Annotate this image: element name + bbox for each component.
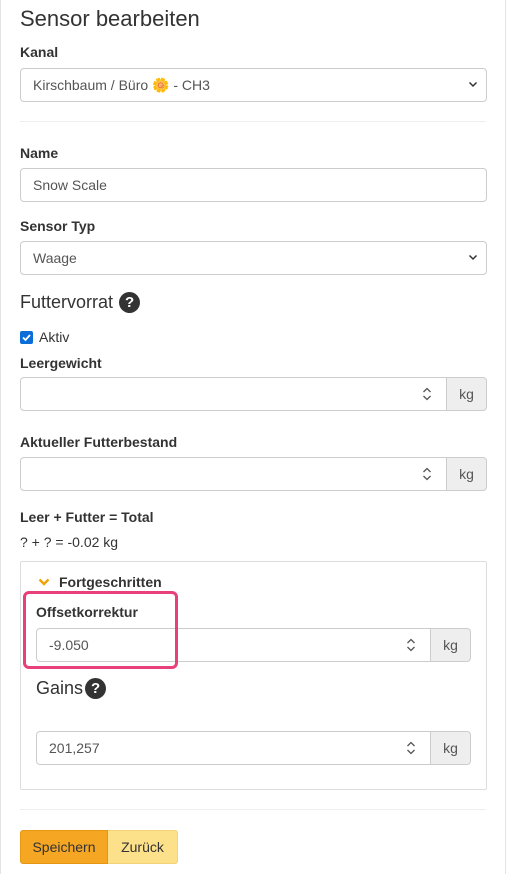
spinner-icon[interactable]: [404, 636, 418, 654]
leergewicht-input[interactable]: [20, 377, 447, 411]
futtervorrat-heading-text: Futtervorrat: [20, 292, 114, 312]
kanal-label: Kanal: [20, 44, 59, 60]
leergewicht-unit: kg: [447, 377, 487, 411]
divider: [20, 809, 486, 810]
sensor-typ-select[interactable]: Waage: [20, 241, 487, 275]
chevron-down-icon: [38, 578, 50, 586]
aktiv-checkbox-row: Aktiv: [20, 329, 69, 345]
page-title: Sensor bearbeiten: [20, 6, 200, 31]
name-input-value: Snow Scale: [33, 177, 107, 193]
spinner-icon[interactable]: [420, 465, 434, 483]
chevron-down-icon: [468, 254, 478, 261]
spinner-icon[interactable]: [404, 739, 418, 757]
advanced-toggle[interactable]: Fortgeschritten: [38, 574, 162, 590]
kanal-select[interactable]: Kirschbaum / Büro 🌼 - CH3: [20, 68, 487, 102]
leergewicht-label: Leergewicht: [20, 355, 102, 371]
bestand-label: Aktueller Futterbestand: [20, 434, 178, 450]
divider: [20, 121, 486, 122]
spinner-icon[interactable]: [420, 385, 434, 403]
gains-heading: Gains ?: [36, 678, 107, 699]
chevron-down-icon: [468, 81, 478, 88]
check-icon: [22, 333, 31, 341]
advanced-toggle-label: Fortgeschritten: [59, 574, 162, 590]
gains-unit: kg: [431, 731, 471, 765]
bestand-input[interactable]: [20, 457, 447, 491]
question-circle-icon[interactable]: ?: [119, 292, 141, 313]
back-button[interactable]: Zurück: [108, 830, 178, 864]
sensor-typ-select-value: Waage: [33, 250, 77, 266]
gains-heading-text: Gains: [36, 678, 84, 698]
sensor-typ-label: Sensor Typ: [20, 218, 96, 234]
name-label: Name: [20, 145, 59, 161]
gains-input-value: 201,257: [49, 740, 100, 756]
bestand-unit: kg: [447, 457, 487, 491]
offset-unit: kg: [431, 628, 471, 662]
kanal-select-value: Kirschbaum / Büro 🌼 - CH3: [33, 76, 210, 93]
formula-label: Leer + Futter = Total: [20, 509, 154, 525]
aktiv-checkbox[interactable]: [20, 330, 33, 344]
formula-value: ? + ? = -0.02 kg: [20, 534, 119, 550]
save-button[interactable]: Speichern: [20, 830, 108, 864]
highlight-box: [23, 591, 178, 669]
futtervorrat-heading: Futtervorrat ?: [20, 292, 141, 313]
name-input[interactable]: Snow Scale: [20, 168, 487, 202]
aktiv-label: Aktiv: [39, 329, 70, 345]
question-circle-icon[interactable]: ?: [85, 678, 107, 699]
gains-input[interactable]: 201,257: [36, 731, 431, 765]
